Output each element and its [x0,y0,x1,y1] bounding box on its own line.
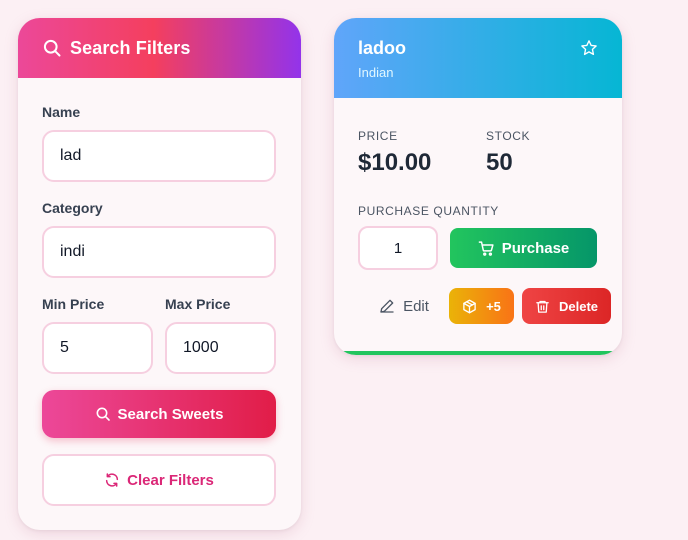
min-price-input[interactable]: 5 [42,322,153,374]
restock-button[interactable]: +5 [449,288,514,324]
card-header: ladoo Indian [334,18,622,98]
delete-label: Delete [558,298,599,314]
search-icon [95,406,111,422]
filters-header: Search Filters [18,18,301,78]
stock-label: STOCK [486,129,531,143]
min-price-label: Min Price [42,296,105,312]
search-filters-panel: Search Filters Name lad Category indi Mi… [18,18,301,530]
clear-filters-label: Clear Filters [127,471,214,489]
edit-label: Edit [403,297,429,315]
search-sweets-button[interactable]: Search Sweets [42,390,276,438]
star-icon[interactable] [580,39,598,57]
max-price-label: Max Price [165,296,231,312]
search-sweets-label: Search Sweets [117,405,224,423]
purchase-button[interactable]: Purchase [450,228,597,268]
delete-button[interactable]: Delete [522,288,611,324]
category-label: Category [42,200,103,216]
name-input[interactable]: lad [42,130,276,182]
purchase-label: Purchase [501,239,570,257]
stock-level-bar [334,351,622,355]
price-value: $10.00 [358,149,432,176]
search-icon [42,38,62,58]
category-input[interactable]: indi [42,226,276,278]
sweet-category: Indian [358,65,394,80]
pencil-icon [379,298,395,314]
trash-icon [535,299,550,314]
stock-value: 50 [486,149,513,176]
package-icon [462,299,477,314]
clear-filters-button[interactable]: Clear Filters [42,454,276,506]
edit-button[interactable]: Edit [362,288,446,324]
filters-title: Search Filters [70,37,191,58]
max-price-input[interactable]: 1000 [165,322,276,374]
price-label: PRICE [358,129,398,143]
name-label: Name [42,104,81,120]
sweet-name: ladoo [358,38,406,58]
restock-label: +5 [486,298,501,314]
cart-icon [478,240,495,257]
sweet-card: ladoo Indian PRICE $10.00 STOCK 50 PURCH… [334,18,622,355]
refresh-icon [104,472,120,488]
purchase-quantity-label: PURCHASE QUANTITY [358,204,499,218]
quantity-input[interactable]: 1 [358,226,438,270]
